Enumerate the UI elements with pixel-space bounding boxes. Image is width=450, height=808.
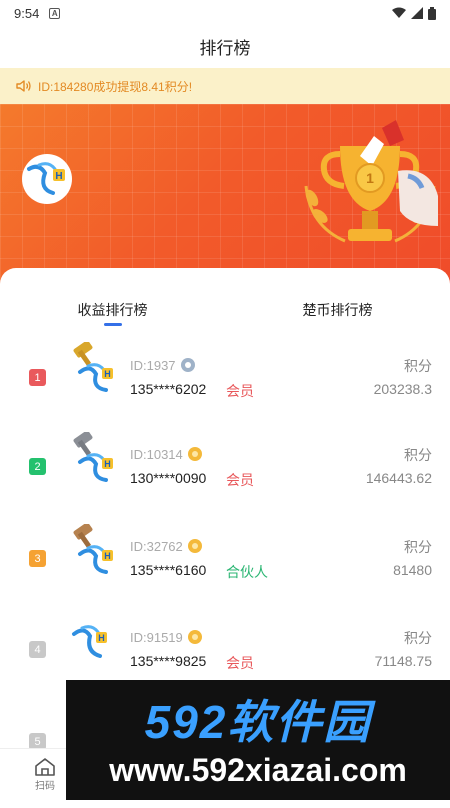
svg-text:1: 1 (366, 170, 374, 186)
user-phone: 135****6160 (130, 562, 207, 578)
svg-text:H: H (104, 459, 111, 469)
rank-badge-4: 4 (29, 641, 46, 658)
user-phone: 135****9825 (130, 653, 207, 669)
watermark-brand: 592软件园 (144, 696, 372, 748)
points-value: 81480 (393, 562, 432, 578)
ranking-row-1[interactable]: 1 H ID:1937 135****6202 会员 积分 203238.3 (0, 340, 450, 432)
home-icon (35, 758, 55, 776)
user-id: ID:10314 (130, 446, 203, 462)
user-id-text: ID:91519 (130, 629, 183, 645)
points-value: 146443.62 (365, 470, 432, 486)
avatar-gold-hammer: H (73, 342, 113, 392)
trophy-illustration: 1 (304, 120, 438, 243)
ranking-tabs: 收益排行榜 楚币排行榜 (0, 296, 450, 332)
user-id: ID:1937 (130, 357, 196, 373)
user-level: 合伙人 (226, 564, 268, 580)
user-id: ID:32762 (130, 538, 203, 554)
points-label: 积分 (404, 358, 432, 374)
page-title: 排行榜 (0, 26, 450, 66)
bottom-nav-scan-label: 扫码 (35, 781, 55, 792)
user-id: ID:91519 (130, 629, 203, 645)
user-id-text: ID:1937 (130, 357, 176, 373)
wifi-icon (392, 7, 406, 18)
user-id-text: ID:10314 (130, 446, 183, 462)
notice-text: ID:184280成功提现8.41积分! (38, 79, 193, 94)
watermark-url: www.592xiazai.com (109, 752, 407, 788)
app-logo: H (22, 154, 72, 204)
gold-gear-badge-icon (187, 630, 202, 644)
user-level: 会员 (226, 383, 254, 399)
user-level: 会员 (226, 472, 254, 488)
gold-gear-badge-icon (187, 447, 202, 461)
tab-coin-ranking[interactable]: 楚币排行榜 (225, 296, 450, 332)
grey-gear-badge-icon (180, 358, 195, 372)
status-bar: 9:54 A (0, 0, 450, 26)
points-value: 71148.75 (374, 653, 432, 669)
tab-coin-ranking-label: 楚币排行榜 (302, 302, 373, 318)
rank-badge-2: 2 (29, 458, 46, 475)
speaker-icon (16, 80, 31, 92)
status-icons (392, 6, 436, 20)
user-level: 会员 (226, 655, 254, 671)
points-value: 203238.3 (373, 381, 432, 397)
cellular-signal-icon (411, 7, 423, 19)
gold-gear-badge-icon (187, 539, 202, 553)
points-label: 积分 (404, 447, 432, 463)
status-time: 9:54 (14, 5, 40, 21)
svg-text:H: H (98, 633, 105, 643)
user-phone: 130****0090 (130, 470, 207, 486)
svg-text:H: H (104, 369, 111, 379)
a-notification-icon: A (49, 7, 61, 19)
watermark-overlay: 592软件园 www.592xiazai.com (66, 680, 450, 800)
ranking-row-3[interactable]: 3 H ID:32762 135****6160 合伙人 积分 81480 (0, 524, 450, 616)
active-tab-indicator (103, 323, 122, 326)
tab-income-ranking[interactable]: 收益排行榜 (0, 296, 225, 332)
app-logo-icon: H (27, 162, 65, 195)
tab-income-ranking-label: 收益排行榜 (77, 302, 148, 318)
avatar-bronze-hammer: H (73, 524, 113, 574)
user-id-text: ID:32762 (130, 538, 183, 554)
svg-text:H: H (55, 171, 62, 182)
notice-bar[interactable]: ID:184280成功提现8.41积分! (0, 68, 450, 104)
avatar: H (72, 625, 107, 658)
svg-text:H: H (104, 551, 111, 561)
rank-badge-3: 3 (29, 550, 46, 567)
user-phone: 135****6202 (130, 381, 207, 397)
avatar-silver-hammer: H (73, 432, 113, 482)
battery-icon (428, 6, 436, 20)
rank-badge-1: 1 (29, 369, 46, 386)
ranking-row-2[interactable]: 2 H ID:10314 130****0090 会员 积分 146443.62 (0, 432, 450, 524)
points-label: 积分 (404, 630, 432, 646)
points-label: 积分 (404, 539, 432, 555)
